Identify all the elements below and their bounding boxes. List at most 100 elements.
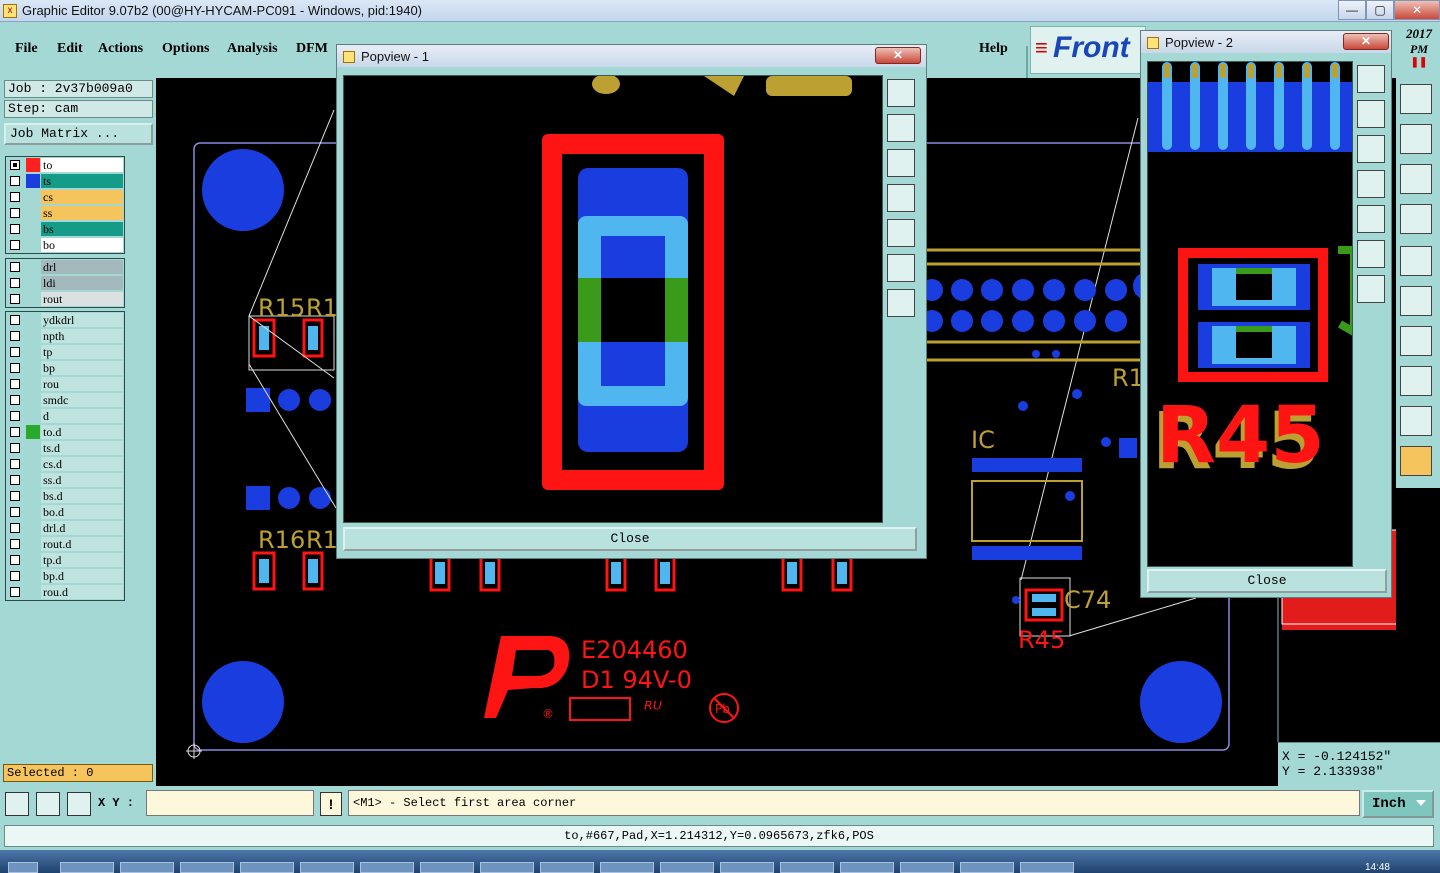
popview-zoom-fit-icon[interactable]: [887, 289, 915, 317]
layer-row-ss-d[interactable]: ss.d: [6, 472, 124, 488]
layer-name[interactable]: ss.d: [41, 473, 123, 487]
layer-checkbox[interactable]: [10, 224, 20, 234]
layer-name[interactable]: ss: [41, 206, 123, 220]
layer-row-smdc[interactable]: smdc: [6, 392, 124, 408]
layer-checkbox[interactable]: [10, 587, 20, 597]
popview-pan-right-icon[interactable]: [887, 219, 915, 247]
layer-color-swatch[interactable]: [26, 473, 40, 487]
layer-name[interactable]: cs: [41, 190, 123, 204]
layer-checkbox[interactable]: [10, 315, 20, 325]
layer-name[interactable]: to: [41, 158, 123, 172]
popview-2-view[interactable]: R45 R45: [1147, 61, 1353, 567]
layer-checkbox[interactable]: [10, 278, 20, 288]
layer-row-ydkdrl[interactable]: ydkdrl: [6, 312, 124, 328]
layer-name[interactable]: tp: [41, 345, 123, 359]
layer-color-swatch[interactable]: [26, 521, 40, 535]
layer-checkbox[interactable]: [10, 411, 20, 421]
layer-color-swatch[interactable]: [26, 329, 40, 343]
start-button[interactable]: [8, 862, 38, 873]
layer-color-swatch[interactable]: [26, 276, 40, 290]
layer-checkbox[interactable]: [10, 160, 20, 170]
layer-color-swatch[interactable]: [26, 158, 40, 172]
layer-checkbox[interactable]: [10, 443, 20, 453]
layer-checkbox[interactable]: [10, 294, 20, 304]
layer-row-drl-d[interactable]: drl.d: [6, 520, 124, 536]
taskbar-app[interactable]: [360, 862, 414, 873]
layer-checkbox[interactable]: [10, 427, 20, 437]
edit-tool-icon[interactable]: [1400, 446, 1432, 476]
layer-row-npth[interactable]: npth: [6, 328, 124, 344]
layer-checkbox[interactable]: [10, 539, 20, 549]
layer-row-bs[interactable]: bs: [6, 221, 124, 237]
menu-options[interactable]: Options: [162, 41, 209, 57]
layer-name[interactable]: bp: [41, 361, 123, 375]
layer-row-ts[interactable]: ts: [6, 173, 124, 189]
layer-checkbox[interactable]: [10, 459, 20, 469]
popview-pan-right-icon[interactable]: [1357, 205, 1385, 233]
layer-color-swatch[interactable]: [26, 377, 40, 391]
taskbar-app[interactable]: [660, 862, 714, 873]
layer-color-swatch[interactable]: [26, 425, 40, 439]
taskbar-app[interactable]: [480, 862, 534, 873]
menu-actions[interactable]: Actions: [98, 41, 143, 57]
layer-color-swatch[interactable]: [26, 260, 40, 274]
snap-icon[interactable]: [1400, 124, 1432, 154]
layer-checkbox[interactable]: [10, 507, 20, 517]
layer-row-tp[interactable]: tp: [6, 344, 124, 360]
close-window-button[interactable]: ✕: [1394, 0, 1440, 20]
popview-2-close-icon[interactable]: ✕: [1343, 33, 1389, 50]
layer-row-bs-d[interactable]: bs.d: [6, 488, 124, 504]
taskbar-app[interactable]: [420, 862, 474, 873]
layer-name[interactable]: cs.d: [41, 457, 123, 471]
layer-checkbox[interactable]: [10, 262, 20, 272]
layer-checkbox[interactable]: [10, 192, 20, 202]
taskbar-app[interactable]: [540, 862, 594, 873]
taskbar-app[interactable]: [1020, 862, 1074, 873]
layer-name[interactable]: bs.d: [41, 489, 123, 503]
taskbar-app[interactable]: [600, 862, 654, 873]
layer-name[interactable]: ts.d: [41, 441, 123, 455]
layer-name[interactable]: rout: [41, 292, 123, 306]
popview-pan-left-icon[interactable]: [1357, 170, 1385, 198]
pause-icon[interactable]: ❚❚: [1398, 57, 1440, 68]
layer-checkbox[interactable]: [10, 491, 20, 501]
layer-color-swatch[interactable]: [26, 174, 40, 188]
layer-checkbox[interactable]: [10, 555, 20, 565]
layer-row-to[interactable]: to: [6, 157, 124, 173]
layer-color-swatch[interactable]: [26, 238, 40, 252]
popview-2-window[interactable]: Popview - 2 ✕ R45 R45 Close: [1140, 30, 1392, 598]
layer-name[interactable]: ldi: [41, 276, 123, 290]
layer-checkbox[interactable]: [10, 240, 20, 250]
layer-row-ss[interactable]: ss: [6, 205, 124, 221]
taskbar-app[interactable]: [120, 862, 174, 873]
menu-analysis[interactable]: Analysis: [227, 41, 278, 57]
layer-name[interactable]: d: [41, 409, 123, 423]
execute-button[interactable]: !: [320, 792, 342, 816]
taskbar-app[interactable]: [60, 862, 114, 873]
layer-row-cs-d[interactable]: cs.d: [6, 456, 124, 472]
layer-color-swatch[interactable]: [26, 409, 40, 423]
layer-row-to-d[interactable]: to.d: [6, 424, 124, 440]
layer-color-swatch[interactable]: [26, 505, 40, 519]
layer-row-rou[interactable]: rou: [6, 376, 124, 392]
layer-checkbox[interactable]: [10, 475, 20, 485]
layer-row-bp-d[interactable]: bp.d: [6, 568, 124, 584]
menu-dfm[interactable]: DFM: [296, 41, 328, 57]
popview-pan-down-icon[interactable]: [887, 149, 915, 177]
layer-row-d[interactable]: d: [6, 408, 124, 424]
layer-color-swatch[interactable]: [26, 585, 40, 599]
layer-color-swatch[interactable]: [26, 361, 40, 375]
taskbar-app[interactable]: [780, 862, 834, 873]
popview-2-close-button[interactable]: Close: [1147, 569, 1387, 593]
layer-row-bo[interactable]: bo: [6, 237, 124, 253]
help-icon[interactable]: [1400, 164, 1432, 194]
layer-checkbox[interactable]: [10, 176, 20, 186]
layer-checkbox[interactable]: [10, 523, 20, 533]
layer-row-rout[interactable]: rout: [6, 291, 124, 307]
unit-selector[interactable]: Inch: [1362, 790, 1434, 818]
popview-2-titlebar[interactable]: Popview - 2 ✕: [1141, 31, 1391, 53]
layer-color-swatch[interactable]: [26, 206, 40, 220]
xy-input[interactable]: [146, 790, 314, 816]
layer-color-swatch[interactable]: [26, 222, 40, 236]
system-clock[interactable]: 14:48: [1365, 862, 1390, 873]
